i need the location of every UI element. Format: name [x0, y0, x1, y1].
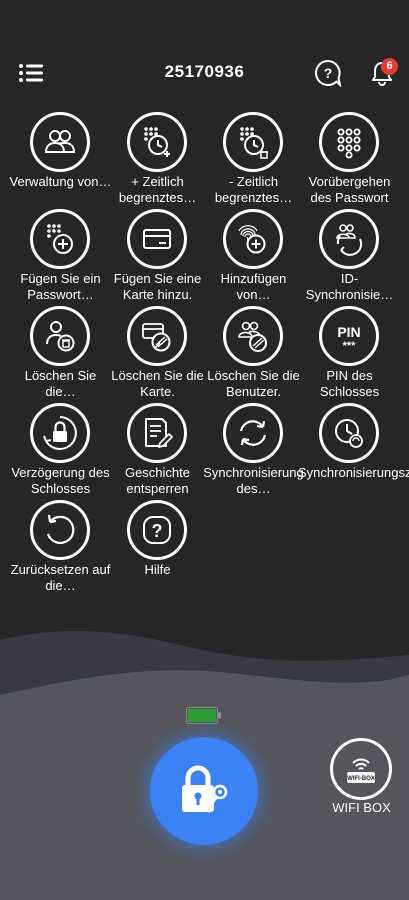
tile-add-password[interactable]: Fügen Sie ein Passwort… — [13, 209, 108, 305]
tile-help[interactable]: ? Hilfe — [110, 500, 205, 596]
tile-label: Synchronisierungszeit — [298, 465, 409, 480]
tile-label: Verzögerung des Schlosses — [11, 465, 110, 496]
sync-time-icon — [335, 419, 363, 448]
wifi-box-label: WIFI BOX — [332, 800, 391, 815]
tile-delete-card[interactable]: Löschen Sie die Karte. — [110, 306, 205, 402]
tile-label: Geschichte entsperren — [124, 465, 191, 496]
tile-label: Hilfe — [144, 562, 171, 577]
lock-delay-icon — [43, 416, 77, 450]
tile-label: Synchronisierung des… — [203, 465, 304, 496]
fingerprint-add-icon — [238, 225, 266, 254]
tile-label: Verwaltung von… — [9, 174, 112, 189]
help-chat-icon[interactable]: ? — [314, 59, 342, 89]
tile-temporary-password[interactable]: Vorübergehen des Passwort — [302, 112, 397, 208]
tile-label: Löschen Sie die Benutzer. — [207, 368, 300, 399]
card-icon — [143, 229, 171, 249]
help-icon: ? — [143, 516, 171, 544]
history-icon — [145, 418, 173, 448]
tile-unlock-history[interactable]: Geschichte entsperren — [110, 403, 205, 499]
tile-lock-pin[interactable]: PIN *** PIN des Schlosses — [302, 306, 397, 402]
tile-label: + Zeitlich begrenztes… — [118, 174, 197, 205]
tile-timed-code-delete[interactable]: - Zeitlich begrenztes… — [206, 112, 301, 208]
keypad-icon — [337, 128, 361, 159]
tile-sync-time[interactable]: Synchronisierungszeit — [298, 403, 409, 499]
tile-lock-sync[interactable]: Synchronisierung des… — [203, 403, 304, 499]
tile-add-card[interactable]: Fügen Sie eine Karte hinzu. — [110, 209, 205, 305]
pin-icon: PIN *** — [337, 324, 360, 352]
header: 25170936 ? 6 — [0, 0, 409, 110]
tile-user-management[interactable]: Verwaltung von… — [10, 112, 111, 208]
tile-label: Fügen Sie ein Passwort… — [20, 271, 101, 302]
wifi-box-icon-text: WIFI-BOX — [347, 776, 375, 782]
svg-text:?: ? — [324, 65, 333, 81]
svg-text:***: *** — [343, 340, 357, 352]
tile-label: Löschen Sie die… — [24, 368, 97, 399]
notification-badge: 6 — [381, 58, 398, 75]
svg-text:?: ? — [152, 521, 163, 541]
battery-full-icon — [186, 707, 222, 724]
tile-factory-reset[interactable]: Zurücksetzen auf die… — [11, 500, 110, 596]
tile-label: - Zeitlich begrenztes… — [214, 174, 293, 205]
reset-icon — [46, 514, 75, 544]
tile-label: Fügen Sie eine Karte hinzu. — [113, 271, 202, 302]
wifi-box-icon: WIFI-BOX — [347, 758, 375, 783]
tile-delete-user[interactable]: Löschen Sie die… — [13, 306, 108, 402]
users-delete-icon — [238, 321, 267, 352]
tile-label: Vorübergehen des Passwort — [308, 174, 391, 205]
tile-label: Hinzufügen von… — [220, 271, 287, 302]
tile-timed-code-add[interactable]: + Zeitlich begrenztes… — [110, 112, 205, 208]
wifi-box-button[interactable]: WIFI-BOX — [330, 738, 392, 800]
hamburger-menu-icon[interactable] — [18, 62, 44, 84]
tile-delete-users[interactable]: Löschen Sie die Benutzer. — [206, 306, 301, 402]
lock-key-icon — [182, 765, 228, 813]
card-delete-icon — [142, 323, 171, 352]
keypad-add-icon — [47, 224, 73, 254]
unlock-button[interactable] — [150, 737, 258, 845]
user-delete-icon — [46, 321, 75, 352]
app-screen: 25170936 ? 6 Verwaltung von… + Zeitlich … — [0, 0, 409, 900]
keypad-clock-add-icon — [144, 127, 170, 157]
page-title: 25170936 — [164, 62, 245, 81]
sync-icon — [239, 420, 267, 446]
users-icon — [44, 130, 76, 153]
tile-label: Löschen Sie die Karte. — [111, 368, 204, 399]
tile-add-fingerprint[interactable]: Hinzufügen von… — [206, 209, 301, 305]
users-sync-icon — [336, 224, 363, 256]
tile-label: Zurücksetzen auf die… — [10, 562, 111, 593]
tile-lock-delay[interactable]: Verzögerung des Schlosses — [11, 403, 110, 499]
tile-id-sync[interactable]: ID-Synchronisie… — [302, 209, 397, 305]
tile-label: ID-Synchronisie… — [305, 271, 394, 302]
tile-label: PIN des Schlosses — [319, 368, 380, 399]
svg-text:PIN: PIN — [337, 324, 360, 340]
keypad-clock-delete-icon — [240, 127, 268, 159]
